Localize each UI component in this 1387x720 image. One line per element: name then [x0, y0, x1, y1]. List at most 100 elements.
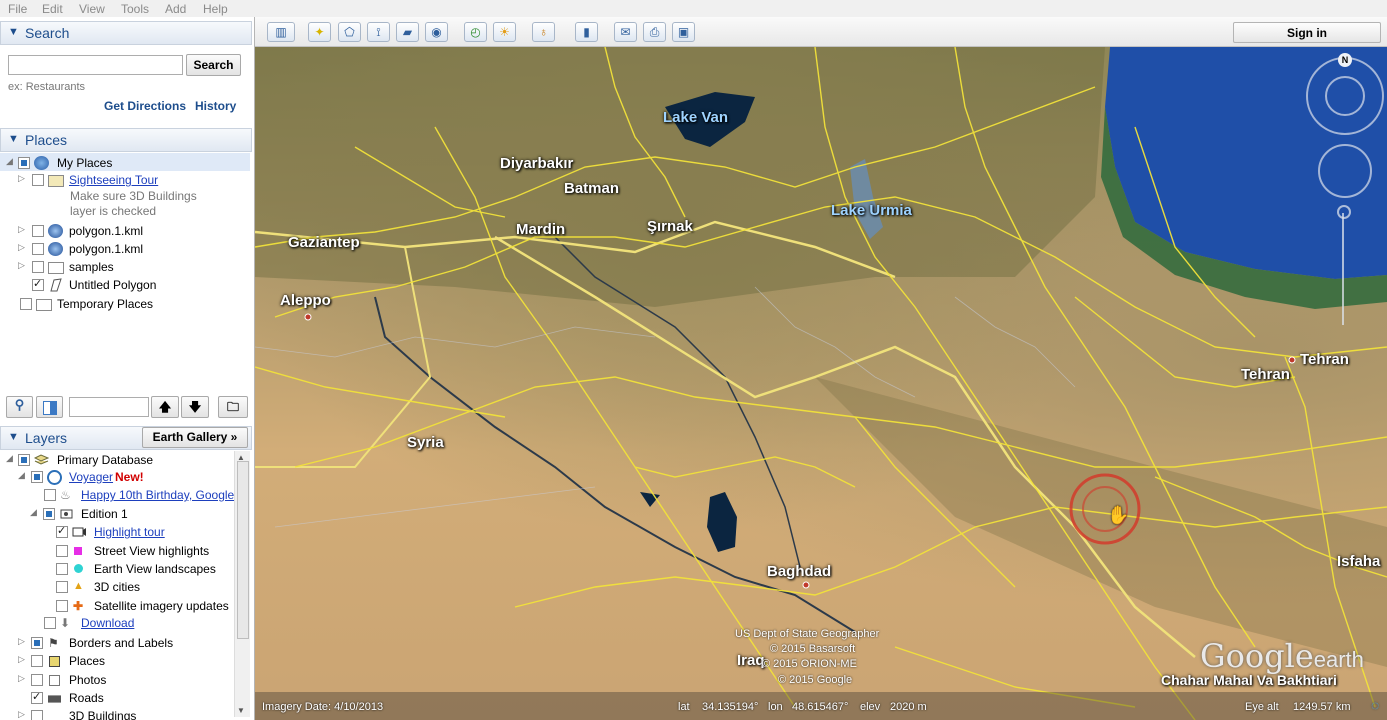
look-joystick-center[interactable] [1325, 76, 1365, 116]
menu-view[interactable]: View [79, 2, 105, 16]
checkbox[interactable] [31, 690, 43, 704]
menu-add[interactable]: Add [165, 2, 186, 16]
tree-item-untitled-polygon[interactable]: Untitled Polygon [18, 277, 248, 294]
checkbox[interactable] [56, 563, 68, 575]
layer-3d-cities[interactable]: ▲ 3D cities [54, 579, 232, 596]
places-filter-input[interactable] [69, 397, 149, 417]
tree-item-label[interactable]: Sightseeing Tour [69, 173, 158, 187]
checkbox[interactable] [56, 545, 68, 557]
expand-toggle-icon[interactable]: ▷ [18, 654, 28, 665]
search-section-header[interactable]: ▼ Search [0, 21, 252, 45]
switch-planet-button[interactable]: ♁ [532, 22, 555, 42]
search-input[interactable] [8, 55, 183, 75]
tree-item-my-places[interactable]: ◢ My Places [6, 155, 246, 172]
earth-map-view[interactable]: N Lake Van Diyarbakır Batman Mardin Şırn… [255, 47, 1387, 720]
checkbox[interactable] [56, 524, 68, 538]
move-down-button[interactable]: 🡇 [181, 396, 209, 418]
menu-file[interactable]: File [8, 2, 27, 16]
expand-toggle-icon[interactable]: ◢ [6, 453, 16, 464]
layer-3d-buildings[interactable]: ▷ 3D Buildings [18, 708, 232, 720]
expand-toggle-icon[interactable]: ▷ [18, 173, 28, 184]
checkbox[interactable] [18, 157, 30, 169]
checkbox[interactable] [44, 617, 56, 629]
expand-toggle-icon[interactable]: ▷ [18, 673, 28, 684]
checkbox[interactable] [31, 655, 43, 667]
sign-in-button[interactable]: Sign in [1233, 22, 1381, 43]
checkbox[interactable] [56, 600, 68, 612]
layer-earth-view-landscapes[interactable]: Earth View landscapes [54, 561, 232, 578]
checkbox[interactable] [32, 243, 44, 255]
checkbox[interactable] [56, 581, 68, 593]
checkbox[interactable] [20, 298, 32, 310]
email-button[interactable]: ✉ [614, 22, 637, 42]
layer-photos[interactable]: ▷ Photos [18, 672, 232, 689]
historical-imagery-button[interactable]: ◴ [464, 22, 487, 42]
checkbox[interactable] [32, 174, 44, 186]
add-placemark-button[interactable]: ✦ [308, 22, 331, 42]
tree-item-label[interactable]: Highlight tour [94, 525, 165, 539]
layer-happy-birthday[interactable]: ♨ Happy 10th Birthday, Google [40, 487, 234, 504]
layer-edition-1[interactable]: ◢ Edition 1 [30, 506, 230, 523]
menu-help[interactable]: Help [203, 2, 228, 16]
expand-toggle-icon[interactable]: ▷ [18, 260, 28, 271]
sunlight-button[interactable]: ☀ [493, 22, 516, 42]
zoom-in-icon[interactable] [1337, 205, 1351, 219]
tree-item-label[interactable]: Download [81, 616, 134, 630]
layer-voyager[interactable]: ◢ Voyager New! [18, 469, 232, 486]
layers-scrollbar[interactable]: ▲ ▼ [234, 451, 250, 717]
look-joystick[interactable] [1306, 57, 1384, 135]
checkbox[interactable] [32, 225, 44, 237]
add-polygon-button[interactable]: ⬠ [338, 22, 361, 42]
scroll-down-arrow-icon[interactable]: ▼ [237, 706, 245, 715]
expand-toggle-icon[interactable]: ▷ [18, 242, 28, 253]
get-directions-link[interactable]: Get Directions [104, 99, 186, 113]
checkbox[interactable] [31, 471, 43, 483]
toggle-panel-button[interactable] [36, 396, 63, 418]
history-link[interactable]: History [195, 99, 236, 113]
places-section-header[interactable]: ▼ Places [0, 128, 252, 152]
add-path-button[interactable]: ⟟ [367, 22, 390, 42]
layer-roads[interactable]: Roads [18, 690, 232, 707]
tree-item-sightseeing-tour[interactable]: ▷ Sightseeing Tour [18, 172, 248, 189]
layer-highlight-tour[interactable]: Highlight tour [54, 524, 232, 541]
menu-edit[interactable]: Edit [42, 2, 63, 16]
checkbox[interactable] [32, 261, 44, 273]
menu-tools[interactable]: Tools [121, 2, 149, 16]
checkbox[interactable] [32, 277, 44, 291]
layer-street-view-highlights[interactable]: Street View highlights [54, 543, 232, 560]
checkbox[interactable] [18, 454, 30, 466]
tree-item-polygon-kml[interactable]: ▷ polygon.1.kml [18, 223, 248, 240]
new-folder-button[interactable]: 🗀 [218, 396, 248, 418]
add-image-overlay-button[interactable]: ▰ [396, 22, 419, 42]
checkbox[interactable] [31, 637, 43, 649]
ruler-button[interactable]: ▮ [575, 22, 598, 42]
earth-gallery-button[interactable]: Earth Gallery » [142, 427, 248, 448]
search-places-button[interactable]: ⚲ [6, 396, 33, 418]
tree-item-samples[interactable]: ▷ samples [18, 259, 248, 276]
expand-toggle-icon[interactable]: ▷ [18, 224, 28, 235]
expand-toggle-icon[interactable]: ◢ [6, 156, 16, 167]
record-tour-button[interactable]: ◉ [425, 22, 448, 42]
expand-toggle-icon[interactable]: ▷ [18, 636, 28, 647]
layer-places[interactable]: ▷ Places [18, 653, 232, 670]
tree-item-temporary-places[interactable]: Temporary Places [6, 296, 246, 313]
compass-north-icon[interactable]: N [1338, 53, 1352, 67]
checkbox[interactable] [43, 508, 55, 520]
save-image-button[interactable]: ▣ [672, 22, 695, 42]
search-button[interactable]: Search [186, 54, 241, 76]
sidebar-toggle-button[interactable]: ▥ [267, 22, 295, 42]
layer-borders-and-labels[interactable]: ▷ ⚑ Borders and Labels [18, 635, 232, 652]
tree-item-label[interactable]: Happy 10th Birthday, Google [81, 488, 234, 502]
scroll-thumb[interactable] [237, 461, 249, 639]
checkbox[interactable] [31, 710, 43, 720]
tree-item-label[interactable]: Voyager [69, 470, 113, 484]
checkbox[interactable] [31, 674, 43, 686]
expand-toggle-icon[interactable]: ▷ [18, 709, 28, 720]
move-up-button[interactable]: 🡅 [151, 396, 179, 418]
move-joystick[interactable] [1318, 144, 1372, 198]
checkbox[interactable] [44, 489, 56, 501]
layer-satellite-imagery-updates[interactable]: ✚ Satellite imagery updates [54, 598, 234, 615]
layer-download[interactable]: ⬇ Download [40, 615, 230, 632]
zoom-slider[interactable] [1335, 205, 1351, 325]
tree-item-polygon-kml[interactable]: ▷ polygon.1.kml [18, 241, 248, 258]
